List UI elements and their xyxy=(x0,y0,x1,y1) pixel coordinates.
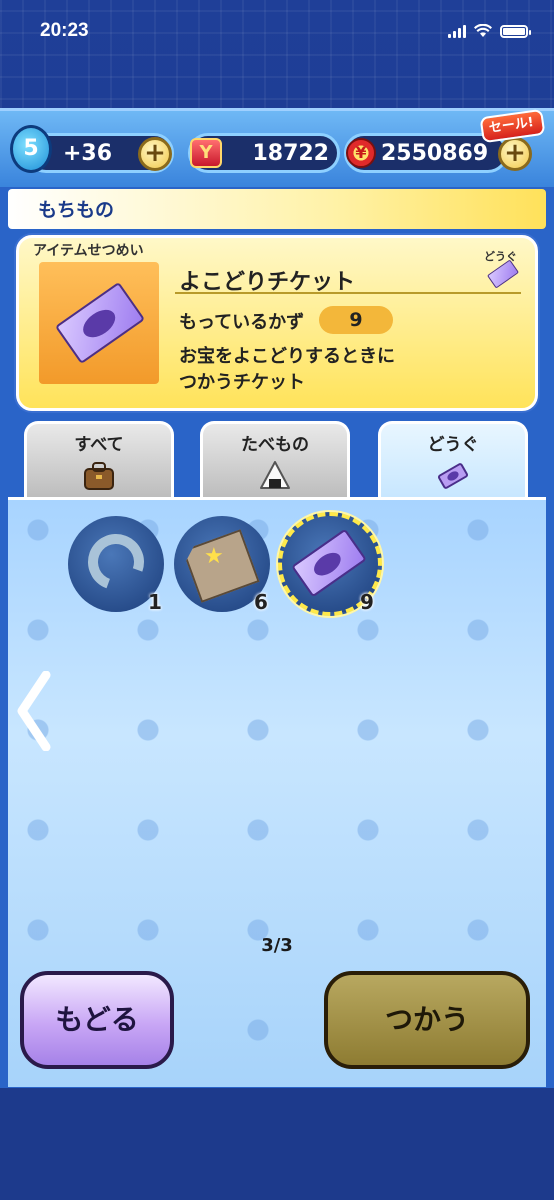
add-money-button[interactable]: + xyxy=(498,137,532,171)
page-left-arrow-icon[interactable] xyxy=(14,671,54,751)
item-description: お宝をよこどりするときに つかうチケット xyxy=(179,344,395,396)
back-button-label: もどる xyxy=(55,1003,139,1036)
onigiri-icon xyxy=(260,461,290,489)
item-count: 1 xyxy=(148,590,162,614)
currency-bar: 5 +36 + 18722 Y 2550869 ¥ + セール! xyxy=(0,108,554,187)
money-value: 2550869 xyxy=(381,140,489,166)
wifi-icon xyxy=(474,24,492,37)
spirit-bonus: +36 xyxy=(63,140,113,166)
tab-tools-label: どうぐ xyxy=(427,435,479,455)
status-time: 20:23 xyxy=(40,20,89,41)
bag-icon xyxy=(84,462,114,490)
ticket-icon xyxy=(437,463,469,489)
ticket-icon xyxy=(291,528,367,598)
status-icons xyxy=(448,24,531,38)
tab-tools[interactable]: どうぐ xyxy=(378,421,528,501)
ycoin-value: 18722 xyxy=(252,140,329,166)
sale-label: セール! xyxy=(488,115,535,137)
use-button[interactable]: つかう xyxy=(324,971,530,1069)
section-header: もちもの xyxy=(8,189,546,229)
horseshoe-icon xyxy=(78,524,154,600)
add-spirit-button[interactable]: + xyxy=(138,137,172,171)
signal-icon xyxy=(448,24,466,38)
tab-food[interactable]: たべもの xyxy=(200,421,350,497)
back-button[interactable]: もどる xyxy=(20,971,174,1069)
game-panel: 5 +36 + 18722 Y 2550869 ¥ + セール! もちもの アイ… xyxy=(0,108,554,1088)
tab-all[interactable]: すべて xyxy=(24,421,174,497)
y-coin-icon: Y xyxy=(190,138,222,168)
page-indicator: 3/3 xyxy=(261,935,293,956)
battery-icon xyxy=(500,24,531,38)
tab-all-label: すべて xyxy=(74,435,124,455)
item-thumbnail xyxy=(39,262,159,384)
bottom-pattern xyxy=(0,1088,554,1200)
ticket-icon xyxy=(54,281,146,365)
spirit-level-badge: 5 xyxy=(10,125,52,173)
status-bar: 20:23 xyxy=(0,0,554,64)
item-count: 6 xyxy=(254,590,268,614)
item-description-card: アイテムせつめい よこどりチケット もっているかず 9 お宝をよこどりするときに… xyxy=(16,235,538,411)
divider xyxy=(175,292,521,294)
sale-badge[interactable]: セール! xyxy=(479,108,546,144)
tab-food-label: たべもの xyxy=(241,435,309,455)
star-icon: ★ xyxy=(204,544,224,569)
money-icon: ¥ xyxy=(346,138,376,168)
description-label: アイテムせつめい xyxy=(33,243,144,259)
count-label: もっているかず xyxy=(179,312,305,333)
section-title: もちもの xyxy=(38,199,115,221)
count-value: 9 xyxy=(319,306,393,334)
description-line-1: お宝をよこどりするときに xyxy=(179,346,395,367)
description-line-2: つかうチケット xyxy=(179,372,305,393)
item-count: 9 xyxy=(360,590,374,614)
use-button-label: つかう xyxy=(384,1003,469,1036)
